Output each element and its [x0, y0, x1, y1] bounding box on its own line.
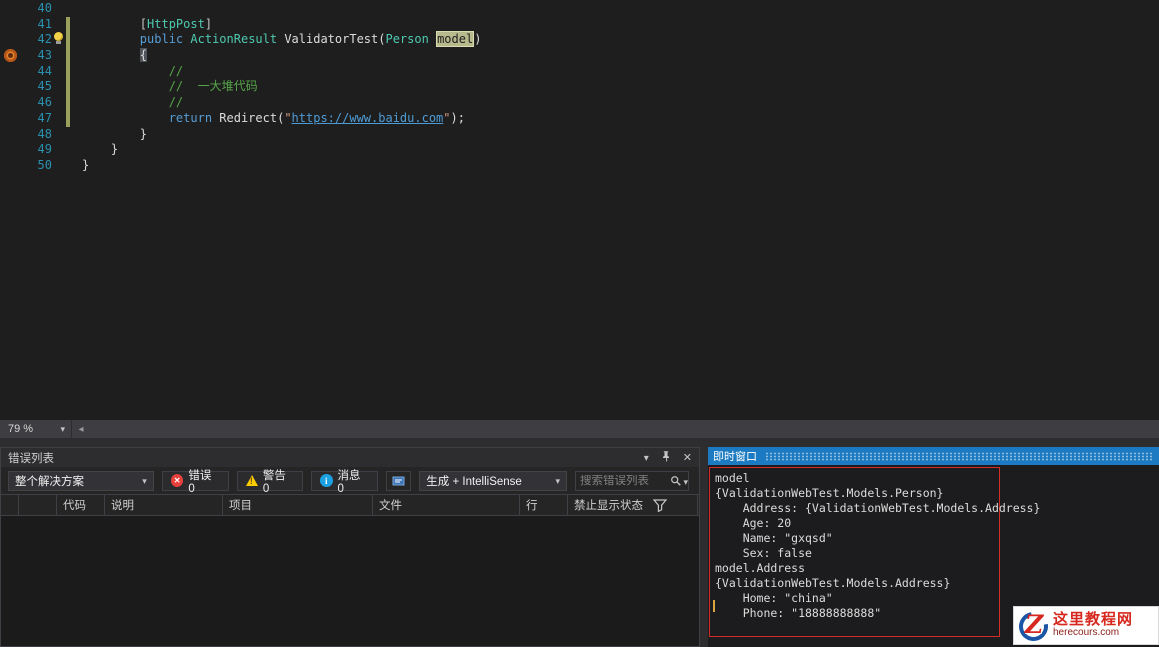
watermark-site-name: 这里教程网 [1053, 611, 1134, 629]
code-text: public ActionResult ValidatorTest(Person… [139, 31, 482, 48]
build-intellisense-dropdown[interactable]: 生成 + IntelliSense [419, 470, 568, 491]
code-line[interactable]: 45 // 一大堆代码 [0, 79, 1159, 95]
code-line[interactable]: 42 public ActionResult ValidatorTest(Per… [0, 31, 1159, 48]
code-text: // [168, 63, 184, 78]
chevron-down-icon [60, 423, 65, 435]
chevron-down-icon[interactable] [684, 472, 689, 490]
line-number: 42 [37, 32, 52, 47]
error-list-body[interactable] [1, 516, 699, 646]
annotation-highlight-box: model {ValidationWebTest.Models.Person} … [709, 467, 1040, 637]
zoom-control[interactable]: 79 % [0, 420, 72, 438]
line-number: 44 [37, 63, 52, 78]
immediate-window-titlebar[interactable]: 即时窗口 [708, 447, 1159, 465]
line-number: 45 [37, 79, 52, 94]
error-list-panel: 错误列表 整个解决方案 错误 0 警告 0 消息 0 [0, 447, 700, 647]
breakpoint-icon[interactable] [4, 49, 17, 62]
line-number: 40 [37, 1, 52, 15]
immediate-window-title: 即时窗口 [713, 451, 757, 463]
line-number: 46 [37, 95, 52, 110]
column-header[interactable]: 说明 [105, 495, 223, 515]
line-number: 50 [37, 157, 52, 172]
column-header[interactable]: 代码 [57, 495, 105, 515]
code-text: // [168, 95, 184, 110]
column-header[interactable]: 文件 [373, 495, 520, 515]
editor-status-strip: 79 % [0, 420, 1159, 438]
code-line[interactable]: 41 [HttpPost] [0, 17, 1159, 33]
titlebar-drag-texture [765, 451, 1152, 461]
chevron-down-icon [556, 475, 561, 487]
intellisense-icon [392, 476, 405, 485]
error-search-box [575, 470, 690, 491]
code-line[interactable]: 43 { [0, 48, 1159, 64]
code-line[interactable]: 48 } [0, 127, 1159, 143]
horizontal-scrollbar[interactable] [90, 420, 1159, 438]
logo-letter: Z [1025, 610, 1044, 639]
code-line[interactable]: 47 return Redirect("https://www.baidu.co… [0, 111, 1159, 127]
info-icon [319, 474, 333, 487]
line-number: 49 [37, 142, 52, 157]
pin-icon[interactable] [660, 450, 672, 466]
column-header-blank[interactable] [1, 495, 19, 515]
line-number: 48 [37, 126, 52, 141]
change-tracking-bar [66, 17, 70, 127]
line-number: 41 [37, 16, 52, 31]
error-icon [170, 474, 184, 487]
chevron-down-icon [142, 475, 147, 487]
error-list-column-headers: 代码 说明 项目 文件行禁止显示状态 [1, 494, 699, 516]
column-header[interactable]: 项目 [223, 495, 373, 515]
code-line[interactable]: 46 // [0, 95, 1159, 111]
watermark-logo-icon: Z [1013, 606, 1054, 647]
line-number: 47 [37, 110, 52, 125]
text-cursor [713, 600, 715, 612]
watermark-site-url: herecours.com [1053, 627, 1120, 639]
column-header[interactable]: 行 [520, 495, 568, 515]
search-icon[interactable] [670, 475, 684, 487]
window-menu-icon[interactable] [644, 452, 649, 464]
code-line[interactable]: 44 // [0, 64, 1159, 80]
warning-icon [245, 475, 258, 486]
filter-funnel-icon[interactable] [652, 499, 668, 515]
code-text: } [110, 142, 119, 157]
lightbulb-icon[interactable] [53, 32, 64, 45]
zoom-level: 79 % [8, 423, 34, 435]
code-text: [HttpPost] [139, 16, 213, 31]
code-text: return Redirect("https://www.baidu.com")… [168, 110, 465, 125]
code-text: } [82, 157, 90, 172]
column-header-blank[interactable] [19, 495, 57, 515]
errors-toggle-button[interactable]: 错误 0 [161, 470, 229, 495]
error-list-toolbar: 整个解决方案 错误 0 警告 0 消息 0 生成 + IntelliSense [1, 467, 699, 495]
code-line[interactable]: 50} [0, 158, 1159, 174]
messages-toggle-button[interactable]: 消息 0 [310, 470, 378, 495]
code-line[interactable]: 49 } [0, 142, 1159, 158]
scope-dropdown[interactable]: 整个解决方案 [8, 470, 154, 491]
scrollbar-left-arrow-icon[interactable] [72, 420, 90, 438]
close-icon[interactable] [683, 451, 692, 464]
error-list-title: 错误列表 [8, 452, 54, 465]
search-input[interactable] [576, 474, 670, 487]
code-line[interactable]: 40 [0, 1, 1159, 17]
code-lines: 40 41 [HttpPost] 42 public ActionResult Va… [0, 1, 1159, 174]
intellisense-button[interactable] [386, 470, 412, 491]
immediate-output-text[interactable]: model {ValidationWebTest.Models.Person} … [710, 468, 1040, 621]
code-text: // 一大堆代码 [168, 79, 258, 94]
error-list-titlebar: 错误列表 [1, 448, 699, 467]
code-editor[interactable]: 40 41 [HttpPost] 42 public ActionResult Va… [0, 0, 1159, 420]
column-header[interactable]: 禁止显示状态 [568, 495, 698, 515]
watermark: Z 这里教程网 herecours.com [1013, 606, 1159, 647]
code-text: } [139, 126, 148, 141]
warnings-toggle-button[interactable]: 警告 0 [236, 470, 303, 495]
